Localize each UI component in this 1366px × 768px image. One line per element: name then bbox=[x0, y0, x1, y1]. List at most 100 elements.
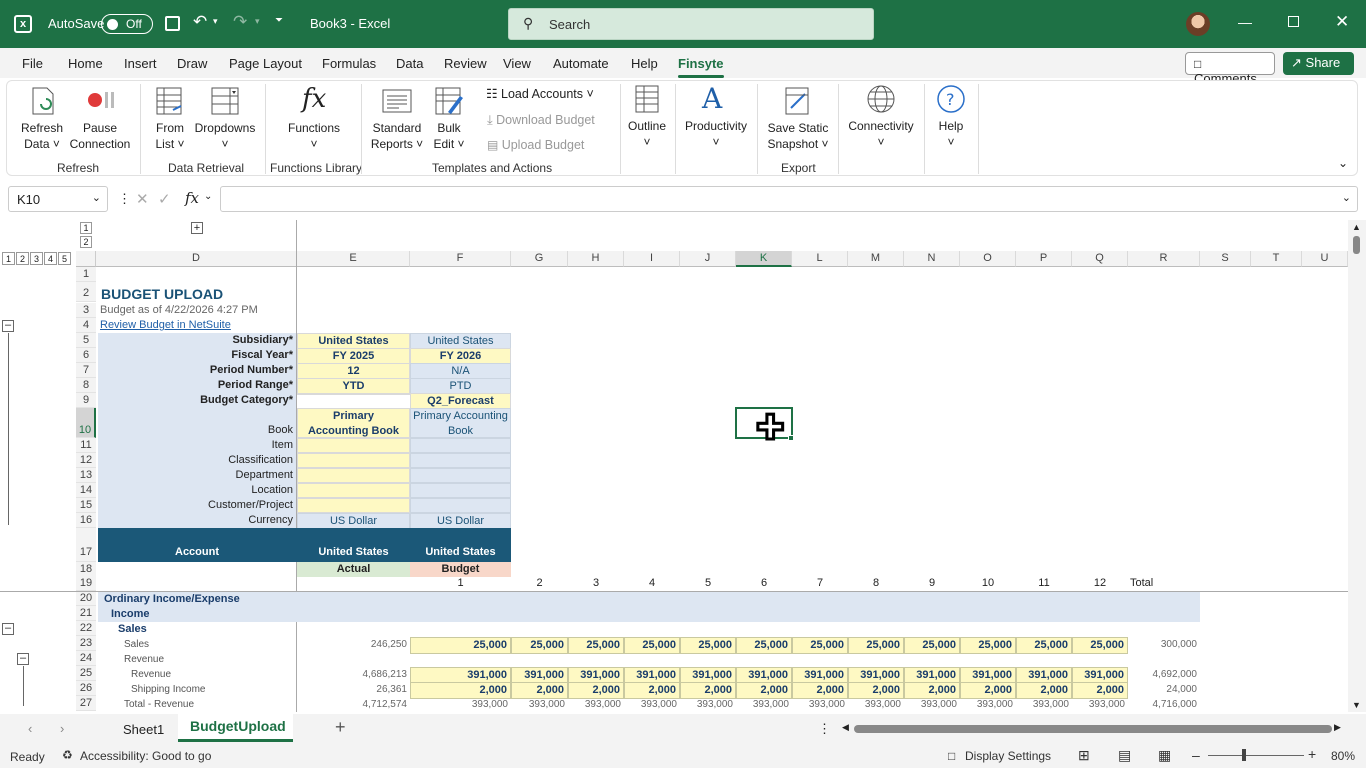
productivity-button[interactable]: A Productivity ˅ bbox=[680, 82, 752, 154]
scroll-left-icon[interactable]: ◀ bbox=[842, 722, 849, 733]
row-header[interactable]: 19 bbox=[76, 576, 96, 591]
next-sheet-icon[interactable]: › bbox=[60, 721, 64, 736]
row-header[interactable]: 23 bbox=[76, 636, 96, 651]
tab-page-layout[interactable]: Page Layout bbox=[229, 56, 302, 71]
col-header-d[interactable]: D bbox=[96, 251, 297, 267]
fill-handle[interactable] bbox=[788, 435, 794, 441]
col-header-r[interactable]: R bbox=[1128, 251, 1200, 267]
from-list-button[interactable]: From List ˅ bbox=[148, 84, 192, 154]
row-header[interactable]: 10 bbox=[76, 408, 96, 438]
cancel-icon[interactable]: ✕ bbox=[136, 190, 149, 208]
tab-automate[interactable]: Automate bbox=[553, 56, 609, 71]
row-header[interactable]: 11 bbox=[76, 438, 96, 453]
tab-help[interactable]: Help bbox=[631, 56, 658, 71]
tab-sheet1[interactable]: Sheet1 bbox=[123, 722, 164, 737]
row-header[interactable]: 21 bbox=[76, 606, 96, 621]
budget-value[interactable]: 393,000 bbox=[511, 697, 568, 712]
budget-value[interactable]: 393,000 bbox=[848, 697, 904, 712]
row-header[interactable]: 9 bbox=[76, 393, 96, 408]
bulk-edit-button[interactable]: Bulk Edit ˅ bbox=[428, 84, 470, 154]
undo-dropdown-icon[interactable]: ▾ bbox=[213, 16, 218, 27]
budget-value[interactable]: 393,000 bbox=[904, 697, 960, 712]
outline-row-level-3[interactable]: 3 bbox=[30, 252, 43, 265]
budget-value[interactable]: 25,000 bbox=[1072, 637, 1128, 654]
collapse-group-icon[interactable]: – bbox=[2, 320, 14, 332]
row-header[interactable]: 20 bbox=[76, 591, 96, 606]
e-item[interactable] bbox=[297, 438, 410, 453]
outline-col-level-2[interactable]: 2 bbox=[80, 236, 92, 248]
e-budget-category[interactable] bbox=[297, 393, 410, 395]
tab-home[interactable]: Home bbox=[68, 56, 103, 71]
budget-value[interactable]: 393,000 bbox=[960, 697, 1016, 712]
display-settings[interactable]: Display Settings bbox=[965, 749, 1051, 763]
col-header-l[interactable]: L bbox=[792, 251, 848, 267]
budget-value[interactable]: 393,000 bbox=[792, 697, 848, 712]
comments-button[interactable]: □ Comments bbox=[1185, 52, 1275, 86]
col-header-t[interactable]: T bbox=[1251, 251, 1302, 267]
outline-row-level-1[interactable]: 1 bbox=[2, 252, 15, 265]
accessibility-status[interactable]: Accessibility: Good to go bbox=[80, 749, 211, 763]
tab-finsyte[interactable]: Finsyte bbox=[678, 56, 724, 78]
tab-review[interactable]: Review bbox=[444, 56, 487, 71]
row-header[interactable]: 3 bbox=[76, 303, 96, 318]
budget-value[interactable]: 393,000 bbox=[736, 697, 792, 712]
row-header[interactable]: 18 bbox=[76, 562, 96, 577]
collapse-group-icon[interactable]: – bbox=[17, 653, 29, 665]
display-settings-icon[interactable]: □ bbox=[948, 749, 955, 763]
row-header[interactable]: 13 bbox=[76, 468, 96, 483]
col-header-g[interactable]: G bbox=[511, 251, 568, 267]
row-header[interactable]: 4 bbox=[76, 318, 96, 333]
select-all-corner[interactable] bbox=[76, 251, 96, 267]
zoom-out-icon[interactable]: – bbox=[1192, 747, 1200, 763]
zoom-in-icon[interactable]: + bbox=[1308, 746, 1316, 762]
e-department[interactable] bbox=[297, 468, 410, 483]
upload-budget-button[interactable]: ▤ Upload Budget bbox=[487, 138, 607, 156]
avatar[interactable] bbox=[1186, 12, 1210, 36]
name-box[interactable]: K10 ⌄ bbox=[8, 186, 108, 212]
save-icon[interactable] bbox=[165, 16, 180, 31]
insert-function-icon[interactable]: fx bbox=[185, 189, 199, 207]
accessibility-icon[interactable]: ♻ bbox=[62, 748, 73, 762]
share-button[interactable]: ↗ Share ▾ bbox=[1283, 52, 1354, 85]
undo-icon[interactable]: ↶ bbox=[193, 12, 207, 32]
row-header[interactable]: 15 bbox=[76, 498, 96, 513]
add-sheet-icon[interactable]: + bbox=[335, 717, 346, 738]
outline-button[interactable]: Outline ˅ bbox=[624, 84, 670, 154]
f-classification[interactable] bbox=[410, 453, 511, 468]
formula-input[interactable]: ⌄ bbox=[220, 186, 1358, 212]
col-header-e[interactable]: E bbox=[297, 251, 410, 267]
budget-value[interactable]: 25,000 bbox=[960, 637, 1016, 654]
tab-view[interactable]: View bbox=[503, 56, 531, 71]
budget-value[interactable]: 25,000 bbox=[1016, 637, 1072, 654]
page-layout-view-icon[interactable]: ▤ bbox=[1118, 747, 1131, 764]
row-header[interactable]: 2 bbox=[76, 282, 96, 302]
row-header[interactable]: 16 bbox=[76, 513, 96, 528]
collapse-ribbon-icon[interactable]: ⌄ bbox=[1338, 156, 1348, 170]
zoom-slider-thumb[interactable] bbox=[1242, 749, 1246, 761]
save-static-snapshot-button[interactable]: Save Static Snapshot ˅ bbox=[763, 84, 833, 154]
actual-value[interactable]: 4,712,574 bbox=[297, 697, 410, 712]
collapse-group-icon[interactable]: – bbox=[2, 623, 14, 635]
row-header[interactable]: 27 bbox=[76, 696, 96, 711]
search-box[interactable]: ⚲ Search bbox=[508, 8, 874, 40]
budget-value[interactable]: 393,000 bbox=[1072, 697, 1128, 712]
tab-formulas[interactable]: Formulas bbox=[322, 56, 376, 71]
f-location[interactable] bbox=[410, 483, 511, 498]
row-header[interactable]: 17 bbox=[76, 528, 96, 562]
budget-value[interactable]: 25,000 bbox=[904, 637, 960, 654]
row-header[interactable]: 5 bbox=[76, 333, 96, 348]
page-break-view-icon[interactable]: ▦ bbox=[1158, 747, 1171, 764]
tab-insert[interactable]: Insert bbox=[124, 56, 157, 71]
outline-row-level-2[interactable]: 2 bbox=[16, 252, 29, 265]
enter-icon[interactable]: ✓ bbox=[158, 190, 171, 208]
budget-value[interactable]: 25,000 bbox=[410, 637, 511, 654]
help-button[interactable]: ? Help ˅ bbox=[930, 84, 972, 154]
pause-connection-button[interactable]: Pause Connection bbox=[68, 84, 132, 154]
col-header-j[interactable]: J bbox=[680, 251, 736, 267]
f-book[interactable]: Primary Accounting Book bbox=[410, 408, 511, 438]
col-header-p[interactable]: P bbox=[1016, 251, 1072, 267]
budget-value[interactable]: 393,000 bbox=[624, 697, 680, 712]
functions-button[interactable]: fx Functions ˅ bbox=[282, 84, 346, 154]
customize-qat-icon[interactable]: ⏷ bbox=[275, 15, 283, 26]
col-header-k[interactable]: K bbox=[736, 251, 792, 267]
